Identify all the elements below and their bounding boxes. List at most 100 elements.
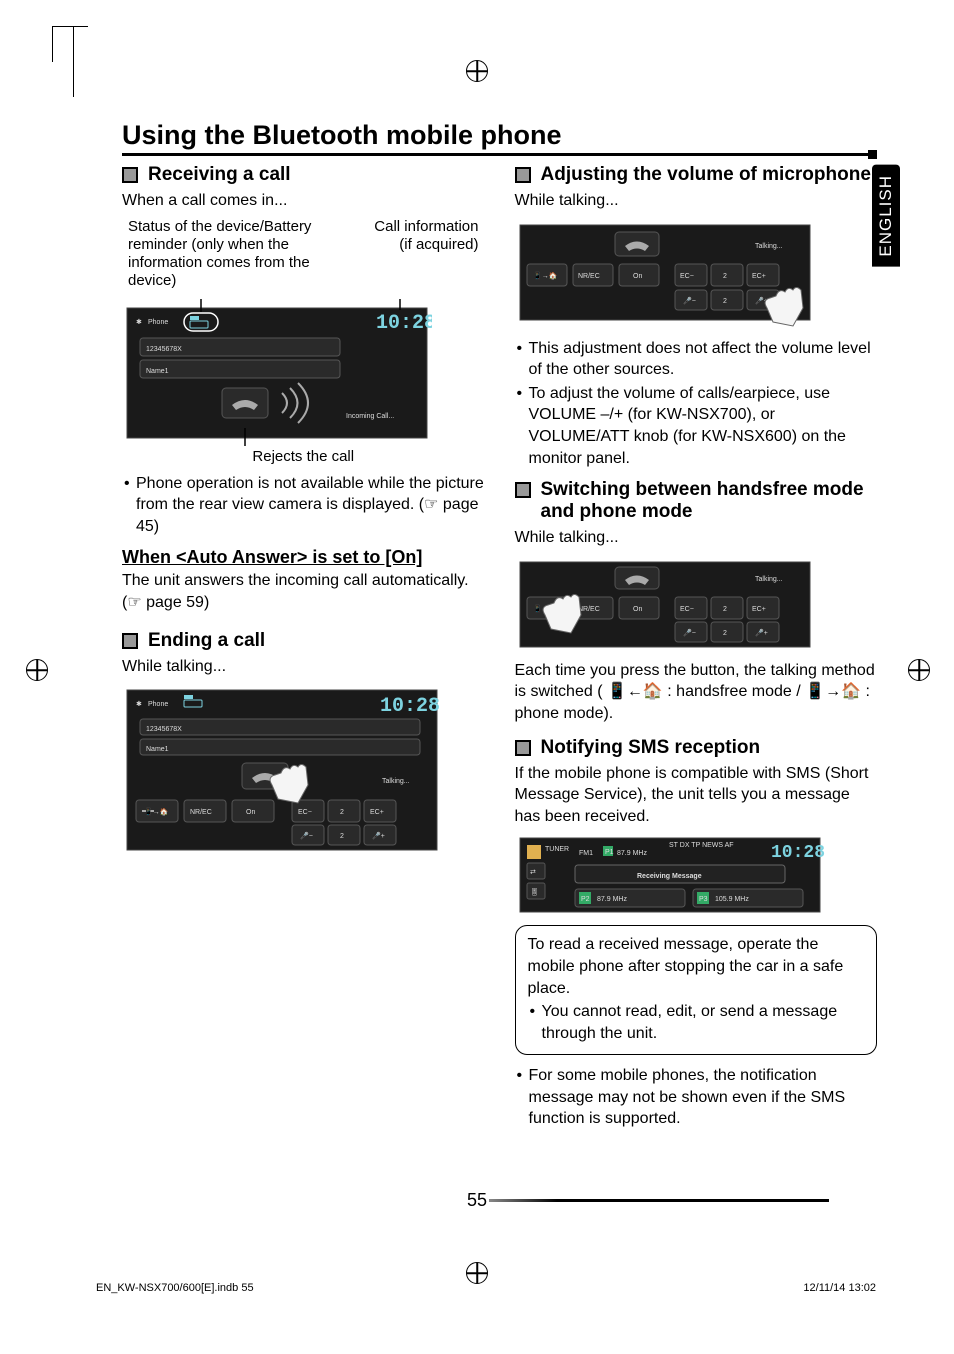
heading-bullet-icon — [122, 167, 138, 183]
svg-text:Receiving Message: Receiving Message — [637, 873, 702, 880]
svg-text:TUNER: TUNER — [545, 846, 569, 853]
heading-bullet-icon — [515, 167, 531, 183]
auto-answer-body: The unit answers the incoming call autom… — [122, 570, 485, 613]
note-bullet: You cannot read, edit, or send a message… — [528, 1001, 865, 1044]
svg-text:Name1: Name1 — [146, 746, 169, 753]
heading-adjusting-volume: Adjusting the volume of microphone — [515, 164, 878, 186]
svg-text:Name1: Name1 — [146, 368, 169, 375]
svg-text:FM1: FM1 — [579, 850, 593, 857]
svg-text:Talking...: Talking... — [755, 576, 783, 583]
svg-text:Incoming Call...: Incoming Call... — [346, 413, 394, 420]
svg-text:2: 2 — [723, 630, 727, 637]
heading-bullet-icon — [515, 740, 531, 756]
figure-caption-reject: Rejects the call — [122, 448, 485, 465]
subheading-auto-answer: When <Auto Answer> is set to [On] — [122, 547, 485, 568]
intro-text: When a call comes in... — [122, 190, 485, 212]
figure-mic-volume: Talking... 📱→🏠 NR/EC On EC− 2 EC+ 🎤− — [515, 220, 878, 330]
switch-body: Each time you press the button, the talk… — [515, 660, 878, 725]
phone-mode-icon: 📱→🏠 — [805, 683, 861, 700]
svg-text:P2: P2 — [581, 896, 590, 903]
svg-text:Talking...: Talking... — [755, 243, 783, 250]
heading-text: Adjusting the volume of microphone — [541, 164, 878, 186]
svg-text:✱: ✱ — [136, 318, 142, 326]
bullet-list: Phone operation is not available while t… — [122, 473, 485, 538]
note-list: You cannot read, edit, or send a message… — [528, 1001, 865, 1044]
bullet-phone-operation: Phone operation is not available while t… — [122, 473, 485, 538]
heading-ending-call: Ending a call — [122, 630, 485, 652]
svg-text:EC−: EC− — [680, 606, 694, 613]
bullet-adj1: This adjustment does not affect the volu… — [515, 338, 878, 381]
svg-text:NR/EC: NR/EC — [190, 809, 212, 816]
svg-text:2: 2 — [340, 809, 344, 816]
switch-text-mid: : handsfree mode / — [667, 683, 805, 700]
svg-text:🎤+: 🎤+ — [755, 628, 768, 637]
svg-text:105.9 MHz: 105.9 MHz — [715, 896, 749, 903]
crop-mark — [52, 26, 88, 62]
svg-text:87.9 MHz: 87.9 MHz — [617, 850, 647, 857]
bullet-adj2: To adjust the volume of calls/earpiece, … — [515, 383, 878, 469]
svg-text:⇄: ⇄ — [530, 869, 536, 876]
svg-text:P1: P1 — [605, 849, 614, 856]
registration-mark-top — [466, 60, 488, 82]
heading-bullet-icon — [122, 633, 138, 649]
svg-text:EC−: EC− — [680, 273, 694, 280]
heading-switching-mode: Switching between handsfree mode and pho… — [515, 479, 878, 523]
svg-text:EC+: EC+ — [370, 809, 384, 816]
svg-text:🎤−: 🎤− — [683, 628, 696, 637]
left-column: Receiving a call When a call comes in...… — [122, 164, 485, 1136]
svg-text:Talking...: Talking... — [382, 778, 410, 785]
heading-text: Ending a call — [148, 630, 485, 652]
page-number: 55 — [467, 1190, 487, 1211]
right-column: Adjusting the volume of microphone While… — [515, 164, 878, 1136]
annotation-status: Status of the device/Battery reminder (o… — [128, 218, 331, 290]
sms-body: If the mobile phone is compatible with S… — [515, 763, 878, 828]
page-content: ENGLISH Using the Bluetooth mobile phone… — [122, 120, 877, 1136]
svg-text:EC+: EC+ — [752, 606, 766, 613]
figure-sms: TUNER FM1 P1 87.9 MHz ST DX TP NEWS AF 1… — [515, 835, 878, 915]
heading-text: Notifying SMS reception — [541, 737, 878, 759]
svg-text:10:28: 10:28 — [380, 695, 440, 718]
page-title: Using the Bluetooth mobile phone — [122, 120, 571, 150]
svg-text:📱→🏠: 📱→🏠 — [144, 807, 169, 816]
while-talking-text: While talking... — [122, 656, 485, 678]
figure-ending-call: ✱ Phone 10:28 12345678X Name1 Talking... — [122, 685, 485, 855]
heading-text: Receiving a call — [148, 164, 485, 186]
svg-text:🎤−: 🎤− — [300, 831, 313, 840]
svg-text:2: 2 — [340, 833, 344, 840]
svg-text:Phone: Phone — [148, 319, 168, 326]
handsfree-icon: 📱←🏠 — [607, 683, 663, 700]
svg-text:📱→🏠: 📱→🏠 — [533, 271, 558, 280]
svg-text:2: 2 — [723, 606, 727, 613]
svg-text:🎚: 🎚 — [530, 888, 539, 896]
bullet-sms: For some mobile phones, the notification… — [515, 1065, 878, 1130]
svg-text:NR/EC: NR/EC — [578, 606, 600, 613]
svg-text:🎤−: 🎤− — [683, 296, 696, 305]
svg-text:On: On — [633, 273, 642, 280]
heading-sms: Notifying SMS reception — [515, 737, 878, 759]
svg-text:P3: P3 — [699, 896, 708, 903]
svg-text:10:28: 10:28 — [376, 312, 432, 335]
svg-text:Phone: Phone — [148, 701, 168, 708]
svg-text:ST DX TP NEWS AF: ST DX TP NEWS AF — [669, 842, 734, 849]
bullet-list-adjust: This adjustment does not affect the volu… — [515, 338, 878, 470]
registration-mark-right — [908, 659, 930, 681]
svg-text:12345678X: 12345678X — [146, 346, 182, 353]
bullet-list-sms: For some mobile phones, the notification… — [515, 1065, 878, 1130]
annotation-callinfo: Call information (if acquired) — [366, 218, 478, 290]
svg-text:On: On — [633, 606, 642, 613]
figure-incoming-call: ✱ Phone 10:28 12345678X Name1 — [122, 298, 485, 465]
svg-text:12345678X: 12345678X — [146, 726, 182, 733]
svg-text:2: 2 — [723, 273, 727, 280]
heading-bullet-icon — [515, 482, 531, 498]
svg-text:EC+: EC+ — [752, 273, 766, 280]
svg-text:✱: ✱ — [136, 700, 142, 708]
note-box-sms: To read a received message, operate the … — [515, 925, 878, 1055]
svg-text:87.9 MHz: 87.9 MHz — [597, 896, 627, 903]
svg-text:On: On — [246, 809, 255, 816]
heading-receiving-call: Receiving a call — [122, 164, 485, 186]
heading-text: Switching between handsfree mode and pho… — [541, 479, 878, 523]
note-text: To read a received message, operate the … — [528, 934, 865, 999]
figure-switch-mode: Talking... 📱→🏠 NR/EC On EC− 2 EC+ 🎤− — [515, 557, 878, 652]
svg-text:EC−: EC− — [298, 809, 312, 816]
svg-text:10:28: 10:28 — [771, 843, 825, 863]
